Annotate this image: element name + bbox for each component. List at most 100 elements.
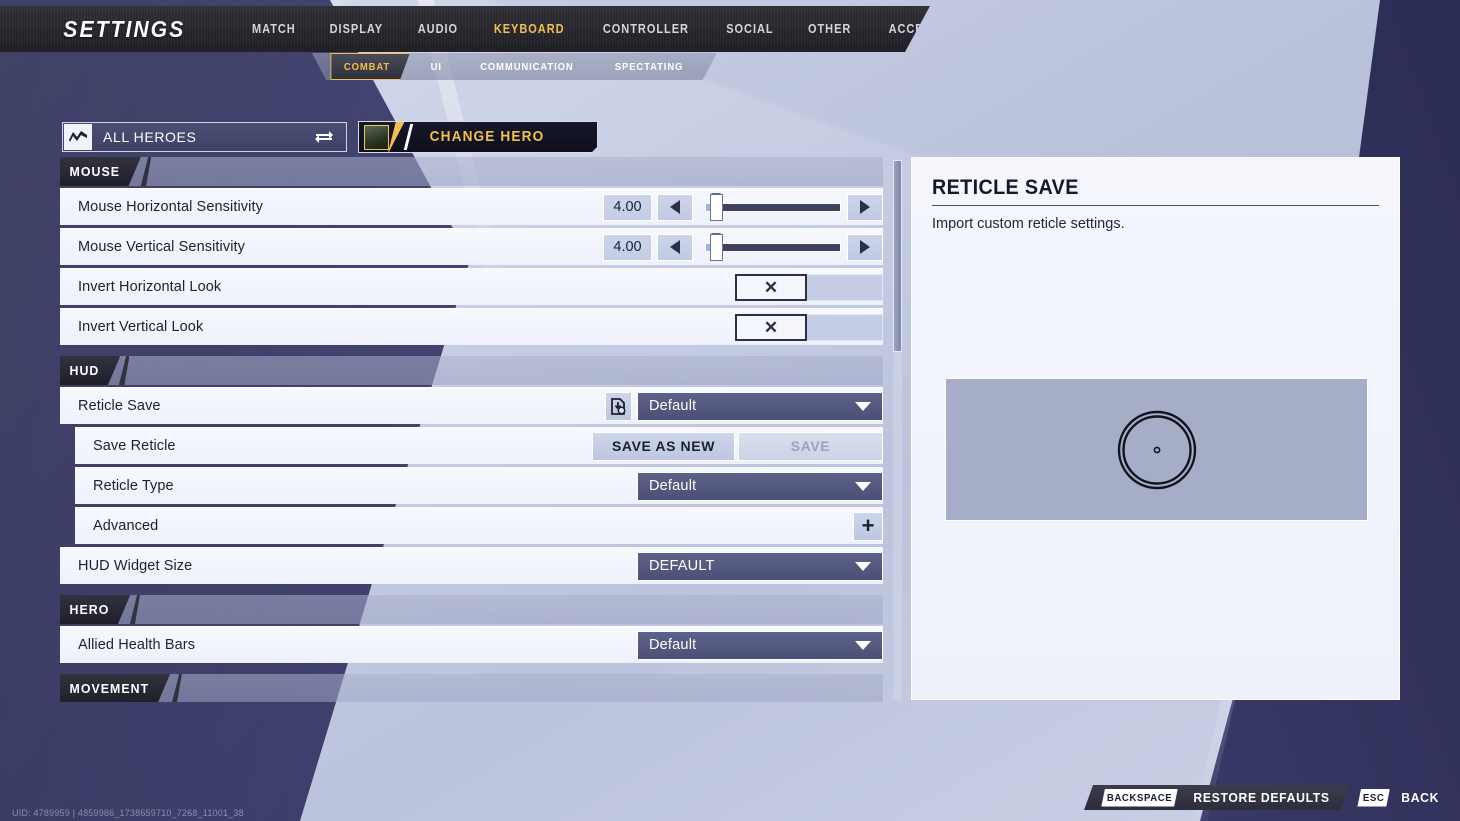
slider-thumb[interactable] [710, 193, 723, 221]
swap-arrows-icon[interactable] [314, 130, 334, 144]
mouse-vertical-sensitivity-slider[interactable] [699, 232, 841, 261]
check-x-icon: ✕ [763, 317, 779, 337]
row-advanced: Advanced + [75, 507, 883, 544]
scrollbar-thumb[interactable] [893, 160, 902, 352]
row-label: Reticle Type [93, 478, 174, 494]
import-file-icon[interactable] [605, 391, 632, 421]
row-label: Mouse Vertical Sensitivity [78, 239, 245, 255]
row-invert-vertical-look: Invert Vertical Look ✕ [60, 308, 883, 345]
section-slash [169, 674, 182, 702]
settings-list-inner: MOUSE Mouse Horizontal Sensitivity 4.00 [60, 157, 883, 702]
row-mouse-horizontal-sensitivity: Mouse Horizontal Sensitivity 4.00 [60, 188, 883, 225]
row-label: Advanced [93, 518, 159, 534]
detail-panel-divider [932, 205, 1379, 206]
dropdown-value: Default [649, 398, 697, 414]
hint-label-back: BACK [1400, 790, 1439, 805]
hint-label-restore-defaults: RESTORE DEFAULTS [1193, 790, 1330, 805]
increment-button[interactable] [847, 233, 883, 261]
section-header-hero: HERO [60, 595, 883, 624]
row-label: HUD Widget Size [78, 558, 193, 574]
reticle-preview [945, 378, 1368, 521]
row-control: DEFAULT [637, 548, 883, 584]
decrement-button[interactable] [657, 233, 693, 261]
row-control: + [853, 508, 883, 544]
row-label: Allied Health Bars [78, 637, 196, 653]
row-mouse-vertical-sensitivity: Mouse Vertical Sensitivity 4.00 [60, 228, 883, 265]
section-header-mouse: MOUSE [60, 157, 883, 186]
row-hud-widget-size: HUD Widget Size DEFAULT [60, 547, 883, 584]
row-label: Invert Horizontal Look [78, 279, 222, 295]
invert-vertical-look-toggle[interactable]: ✕ [735, 313, 883, 341]
top-navigation-bar: SETTINGS MATCH DISPLAY AUDIO KEYBOARD CO… [0, 6, 930, 52]
hero-filter-selector[interactable]: ALL HEROES [62, 122, 347, 152]
decrement-button[interactable] [657, 193, 693, 221]
save-as-new-button[interactable]: SAVE AS NEW [592, 431, 735, 461]
hud-widget-size-dropdown[interactable]: DEFAULT [637, 551, 883, 581]
tab-audio[interactable]: AUDIO [405, 16, 470, 42]
section-label-hud: HUD [60, 356, 120, 385]
dropdown-value: Default [649, 637, 697, 653]
chevron-down-icon [855, 640, 871, 650]
page-title: SETTINGS [63, 15, 186, 42]
tab-keyboard[interactable]: KEYBOARD [481, 16, 576, 42]
change-hero-button[interactable]: CHANGE HERO [358, 121, 598, 153]
heroes-icon [64, 124, 92, 150]
chevron-down-icon [855, 561, 871, 571]
key-esc: ESC [1358, 789, 1391, 807]
row-allied-health-bars: Allied Health Bars Default [60, 626, 883, 663]
tab-social[interactable]: SOCIAL [714, 16, 786, 42]
settings-list: MOUSE Mouse Horizontal Sensitivity 4.00 [60, 157, 883, 702]
section-label-mouse: MOUSE [60, 157, 141, 186]
sub-navigation-bar: COMBAT UI COMMUNICATION SPECTATING [312, 53, 717, 80]
subtab-spectating[interactable]: SPECTATING [600, 53, 697, 80]
tab-other[interactable]: OTHER [795, 16, 863, 42]
reticle-save-dropdown[interactable]: Default [637, 391, 883, 421]
tab-match[interactable]: MATCH [239, 16, 307, 42]
section-header-movement: MOVEMENT [60, 674, 883, 702]
mouse-horizontal-sensitivity-value[interactable]: 4.00 [603, 193, 652, 221]
reticle-type-dropdown[interactable]: Default [637, 471, 883, 501]
row-control: SAVE AS NEW SAVE [592, 428, 883, 464]
dropdown-value: Default [649, 478, 697, 494]
chevron-down-icon [855, 401, 871, 411]
hint-back[interactable]: ESC BACK [1356, 785, 1454, 810]
expand-advanced-button[interactable]: + [853, 511, 883, 541]
slider-thumb[interactable] [710, 233, 723, 261]
subtab-combat[interactable]: COMBAT [330, 53, 409, 80]
row-invert-horizontal-look: Invert Horizontal Look ✕ [60, 268, 883, 305]
row-label: Invert Vertical Look [78, 319, 204, 335]
toggle-checked-cell[interactable]: ✕ [735, 313, 807, 341]
row-control: 4.00 [603, 229, 883, 265]
footer-hints: BACKSPACE RESTORE DEFAULTS ESC BACK [1084, 785, 1460, 810]
mouse-vertical-sensitivity-value[interactable]: 4.00 [603, 233, 652, 261]
detail-panel: RETICLE SAVE Import custom reticle setti… [911, 157, 1400, 700]
tab-controller[interactable]: CONTROLLER [591, 16, 702, 42]
settings-screen: SETTINGS MATCH DISPLAY AUDIO KEYBOARD CO… [0, 0, 1460, 821]
subtab-communication[interactable]: COMMUNICATION [466, 53, 588, 80]
row-control: Default [605, 388, 883, 424]
row-label: Mouse Horizontal Sensitivity [78, 199, 263, 215]
section-header-hud: HUD [60, 356, 883, 385]
tab-display[interactable]: DISPLAY [318, 16, 396, 42]
toggle-unchecked-cell[interactable] [807, 273, 883, 301]
row-reticle-type: Reticle Type Default [75, 467, 883, 504]
save-button: SAVE [738, 431, 883, 461]
section-slash [117, 356, 130, 385]
dropdown-value: DEFAULT [649, 558, 715, 574]
mouse-horizontal-sensitivity-slider[interactable] [699, 192, 841, 221]
hint-restore-defaults[interactable]: BACKSPACE RESTORE DEFAULTS [1084, 785, 1350, 810]
section-slash [139, 157, 152, 186]
section-slash [127, 595, 140, 624]
increment-button[interactable] [847, 193, 883, 221]
row-label: Reticle Save [78, 398, 161, 414]
settings-scrollbar[interactable] [893, 160, 902, 700]
subtab-ui[interactable]: UI [417, 53, 457, 80]
toggle-checked-cell[interactable]: ✕ [735, 273, 807, 301]
toggle-unchecked-cell[interactable] [807, 313, 883, 341]
invert-horizontal-look-toggle[interactable]: ✕ [735, 273, 883, 301]
section-label-hero: HERO [60, 595, 130, 624]
key-backspace: BACKSPACE [1101, 789, 1177, 807]
row-save-reticle: Save Reticle SAVE AS NEW SAVE [75, 427, 883, 464]
allied-health-bars-dropdown[interactable]: Default [637, 630, 883, 660]
row-control: Default [637, 468, 883, 504]
